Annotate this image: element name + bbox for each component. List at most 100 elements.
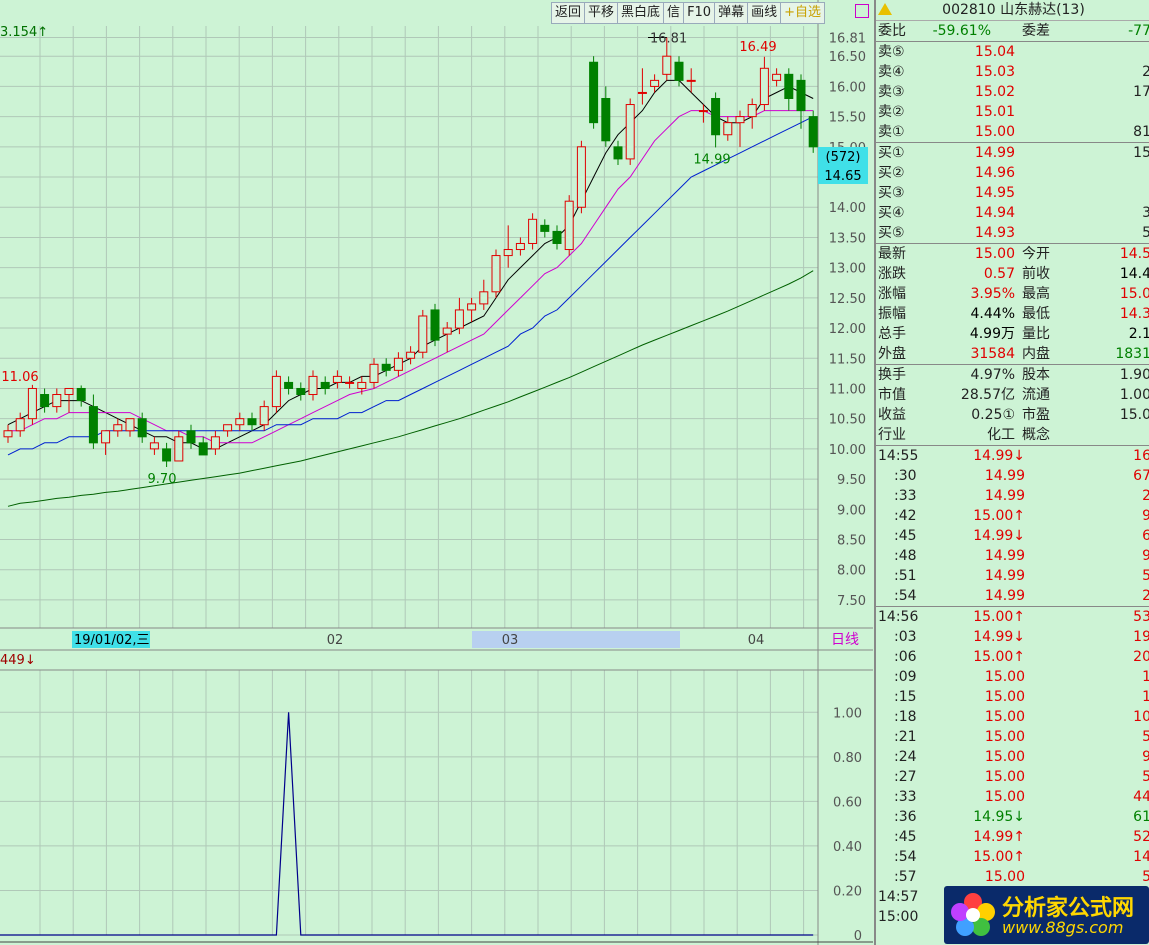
quote-row: :45 14.99↓ 6 <box>876 526 1149 546</box>
toolbar-btn-7[interactable]: +自选 <box>781 3 824 23</box>
tick-price: 15.00↑ <box>973 508 1025 524</box>
candle-body <box>515 242 525 251</box>
candle-body <box>784 73 794 99</box>
buy-label: 买④ <box>878 205 905 221</box>
buy-vol: 15 <box>1133 145 1149 161</box>
y-tick-label: 11.50 <box>829 352 866 367</box>
buy-label: 买② <box>878 165 905 181</box>
candle-body <box>247 418 257 426</box>
tick-time: :21 <box>894 729 917 745</box>
quote-row: 买① 14.99 15 <box>876 142 1149 163</box>
quote-row: :42 15.00↑ 9 <box>876 506 1149 526</box>
tick-price: 15.00↑ <box>973 649 1025 665</box>
quote-row: :51 14.99 5 <box>876 566 1149 586</box>
quote-cell: 0.57 <box>983 266 1015 282</box>
quote-panel: 002810 山东赫达(13) 委比 -59.61% 委差 -77 卖⑤ 15.04 卖④ 1… <box>874 0 1149 945</box>
candle-body <box>308 375 318 396</box>
quote-row: 外盘 31584 内盘 1831 <box>876 344 1149 364</box>
quote-row: 卖③ 15.02 17 <box>876 82 1149 102</box>
candle-body <box>174 436 184 462</box>
tick-price: 14.99 <box>984 548 1025 564</box>
window-toggle-icon[interactable] <box>855 4 869 18</box>
candle-body <box>564 200 574 251</box>
candle-body <box>393 357 403 371</box>
candle-body <box>149 442 159 450</box>
tick-price: 15.00 <box>984 729 1025 745</box>
quote-row: 14:55 14.99↓ 16 <box>876 445 1149 466</box>
quote-cell: 概念 <box>1022 427 1050 443</box>
toolbar-btn-2[interactable]: 黑白底 <box>618 3 665 23</box>
candle-body <box>454 309 464 329</box>
toolbar-btn-0[interactable]: 返回 <box>552 3 586 23</box>
candle-body <box>650 79 660 87</box>
quote-cell: 0.25① <box>971 407 1015 423</box>
toolbar-btn-4[interactable]: F10 <box>684 3 716 23</box>
buy-price: 14.96 <box>974 165 1015 181</box>
tick-time: :42 <box>894 508 917 524</box>
quote-row: 总手 4.99万 量比 2.1 <box>876 324 1149 344</box>
stock-name: 002810 山东赫达(13) <box>942 2 1085 18</box>
quote-cell: 市值 <box>878 387 906 403</box>
candle-body <box>540 224 550 232</box>
quote-cell: 15.0 <box>1119 407 1149 423</box>
tick-price: 14.99↓ <box>973 448 1025 464</box>
quote-row: 涨幅 3.95% 最高 15.0 <box>876 284 1149 304</box>
toolbar-btn-6[interactable]: 画线 <box>748 3 782 23</box>
warning-icon[interactable] <box>878 1 892 21</box>
tick-price: 14.99 <box>984 468 1025 484</box>
quote-row: :54 14.99 2 <box>876 586 1149 606</box>
flower-logo-icon <box>951 893 995 936</box>
candle-body <box>101 430 111 444</box>
quote-cell: 化工 <box>987 427 1015 443</box>
toolbar-btn-5[interactable]: 弹幕 <box>715 3 749 23</box>
y-tick-label: 12.50 <box>829 292 866 307</box>
candle-body <box>284 381 294 389</box>
candle-body <box>332 375 342 383</box>
quote-cell: 外盘 <box>878 346 906 362</box>
candle-body <box>88 406 98 444</box>
candle-body <box>467 303 477 311</box>
candle-body <box>162 448 172 462</box>
sell-label: 卖① <box>878 124 905 140</box>
tick-vol: 9 <box>1142 749 1149 765</box>
buy-vol: 3 <box>1142 205 1149 221</box>
tick-time: :57 <box>894 869 917 885</box>
buy-vol: 5 <box>1142 225 1149 241</box>
quote-cell: 前收 <box>1022 266 1050 282</box>
sell-price: 15.00 <box>974 124 1015 140</box>
chart-area[interactable]: 16.8116.5016.0015.5015.0014.5014.0013.50… <box>0 0 873 945</box>
quote-cell: 总手 <box>878 326 906 342</box>
quote-row: 换手 4.97% 股本 1.90 <box>876 364 1149 385</box>
toolbar-btn-1[interactable]: 平移 <box>585 3 619 23</box>
candle-body <box>76 387 86 402</box>
annotation-high: 16.81 <box>650 31 687 46</box>
quote-cell: 今开 <box>1022 246 1050 262</box>
y-tick-label: 7.50 <box>837 594 866 609</box>
month-label: 04 <box>748 633 765 648</box>
candle-body <box>503 249 513 257</box>
y-tick-label: 16.00 <box>829 80 866 95</box>
candle-body <box>491 255 501 293</box>
tick-time: 14:57 <box>878 889 919 905</box>
annotation-low: 9.70 <box>148 472 177 487</box>
tick-vol: 52 <box>1133 829 1149 845</box>
quote-row: 买③ 14.95 <box>876 183 1149 203</box>
tick-time: :54 <box>894 588 917 604</box>
quote-row: 行业 化工 概念 <box>876 425 1149 445</box>
candle-body <box>113 424 123 432</box>
indicator-line <box>0 712 814 936</box>
top-left-label: 3.154↑ <box>0 25 48 40</box>
quote-cell: 涨跌 <box>878 266 906 282</box>
tick-vol: 2 <box>1142 588 1149 604</box>
kline-chart[interactable]: 16.8116.5016.0015.5015.0014.5014.0013.50… <box>0 0 873 945</box>
tick-vol: 6 <box>1142 528 1149 544</box>
quote-row: :18 15.00 10 <box>876 707 1149 727</box>
tick-price: 14.99↓ <box>973 629 1025 645</box>
y-tick-label: 16.81 <box>829 31 866 46</box>
tick-price: 15.00 <box>984 769 1025 785</box>
candle-body <box>735 116 745 124</box>
sell-label: 卖③ <box>878 84 905 100</box>
toolbar-btn-3[interactable]: 信 <box>664 3 685 23</box>
quote-cell: 内盘 <box>1022 346 1050 362</box>
sell-price: 15.03 <box>974 64 1015 80</box>
